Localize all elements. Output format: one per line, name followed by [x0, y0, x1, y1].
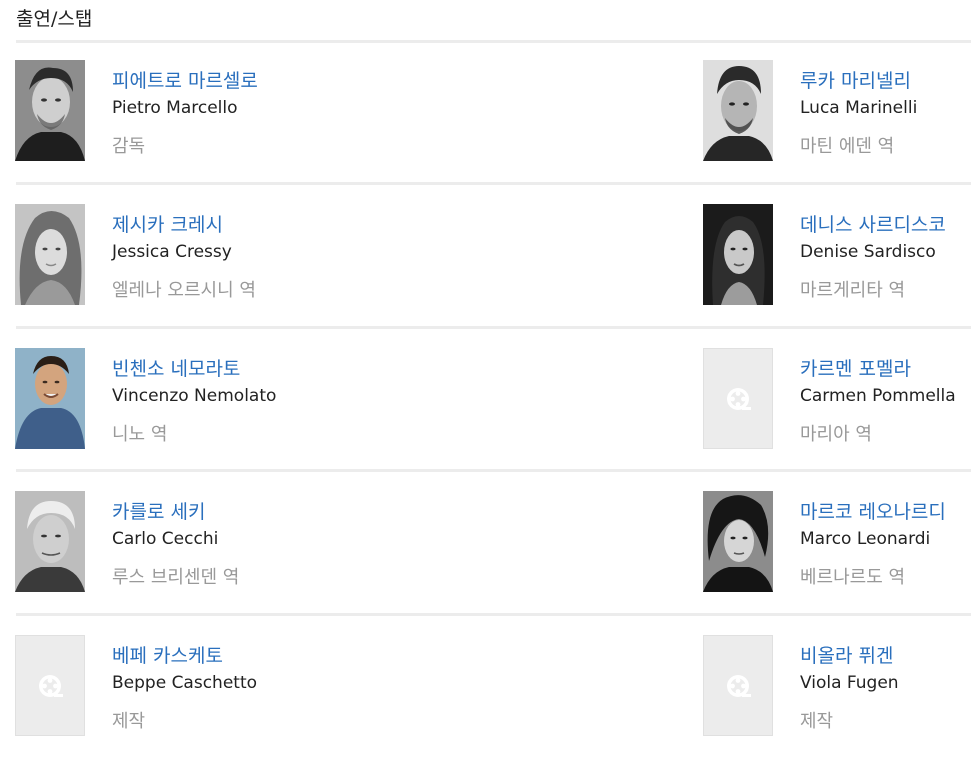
row-divider	[16, 613, 971, 616]
person-name-english: Pietro Marcello	[112, 98, 238, 118]
section-divider	[16, 40, 971, 43]
person-name-english: Denise Sardisco	[800, 242, 936, 262]
person-card[interactable]: 마르코 레오나르디 Marco Leonardi 베르나르도 역	[703, 491, 971, 601]
row-divider	[16, 469, 971, 472]
person-name-english: Carlo Cecchi	[112, 529, 219, 549]
person-name-korean[interactable]: 비올라 퓌겐	[800, 643, 893, 669]
person-name-english: Jessica Cressy	[112, 242, 232, 262]
person-card[interactable]: 비올라 퓌겐 Viola Fugen 제작	[703, 635, 971, 745]
person-photo[interactable]	[703, 491, 773, 592]
person-name-korean[interactable]: 카를로 세키	[112, 499, 205, 525]
person-role: 니노 역	[112, 424, 168, 445]
person-role: 마르게리타 역	[800, 280, 906, 301]
person-name-english: Carmen Pommella	[800, 386, 956, 406]
person-name-korean[interactable]: 카르멘 포멜라	[800, 356, 911, 382]
person-card[interactable]: 카를로 세키 Carlo Cecchi 루스 브리센덴 역	[15, 491, 315, 601]
person-role: 베르나르도 역	[800, 567, 906, 588]
person-role: 엘레나 오르시니 역	[112, 280, 256, 301]
row-divider	[16, 326, 971, 329]
section-title: 출연/스탭	[16, 8, 93, 30]
row-divider	[16, 182, 971, 185]
person-photo[interactable]	[15, 204, 85, 305]
cast-row: 베페 카스케토 Beppe Caschetto 제작 비올라 퓌겐 Viola …	[0, 635, 971, 779]
person-card[interactable]: 카르멘 포멜라 Carmen Pommella 마리아 역	[703, 348, 971, 458]
person-role: 제작	[112, 711, 146, 732]
person-role: 마리아 역	[800, 424, 872, 445]
person-card[interactable]: 피에트로 마르셀로 Pietro Marcello 감독	[15, 60, 315, 170]
person-card[interactable]: 데니스 사르디스코 Denise Sardisco 마르게리타 역	[703, 204, 971, 314]
person-name-korean[interactable]: 제시카 크레시	[112, 212, 223, 238]
person-name-korean[interactable]: 루카 마리넬리	[800, 68, 911, 94]
person-photo[interactable]	[703, 60, 773, 161]
film-reel-icon[interactable]	[15, 635, 85, 736]
person-card[interactable]: 빈첸소 네모라토 Vincenzo Nemolato 니노 역	[15, 348, 315, 458]
film-reel-icon[interactable]	[703, 348, 773, 449]
person-photo[interactable]	[15, 60, 85, 161]
person-role: 감독	[112, 136, 146, 157]
person-name-english: Luca Marinelli	[800, 98, 918, 118]
person-card[interactable]: 제시카 크레시 Jessica Cressy 엘레나 오르시니 역	[15, 204, 315, 314]
person-name-korean[interactable]: 마르코 레오나르디	[800, 499, 946, 525]
person-card[interactable]: 루카 마리넬리 Luca Marinelli 마틴 에덴 역	[703, 60, 971, 170]
person-name-english: Marco Leonardi	[800, 529, 931, 549]
person-name-english: Vincenzo Nemolato	[112, 386, 277, 406]
person-name-korean[interactable]: 피에트로 마르셀로	[112, 68, 258, 94]
person-name-korean[interactable]: 빈첸소 네모라토	[112, 356, 240, 382]
person-card[interactable]: 베페 카스케토 Beppe Caschetto 제작	[15, 635, 315, 745]
person-photo[interactable]	[15, 348, 85, 449]
person-role: 마틴 에덴 역	[800, 136, 895, 157]
film-reel-icon[interactable]	[703, 635, 773, 736]
person-photo[interactable]	[15, 491, 85, 592]
person-name-korean[interactable]: 베페 카스케토	[112, 643, 223, 669]
person-name-korean[interactable]: 데니스 사르디스코	[800, 212, 946, 238]
person-role: 제작	[800, 711, 834, 732]
person-photo[interactable]	[703, 204, 773, 305]
person-name-english: Beppe Caschetto	[112, 673, 258, 693]
person-role: 루스 브리센덴 역	[112, 567, 240, 588]
person-name-english: Viola Fugen	[800, 673, 899, 693]
